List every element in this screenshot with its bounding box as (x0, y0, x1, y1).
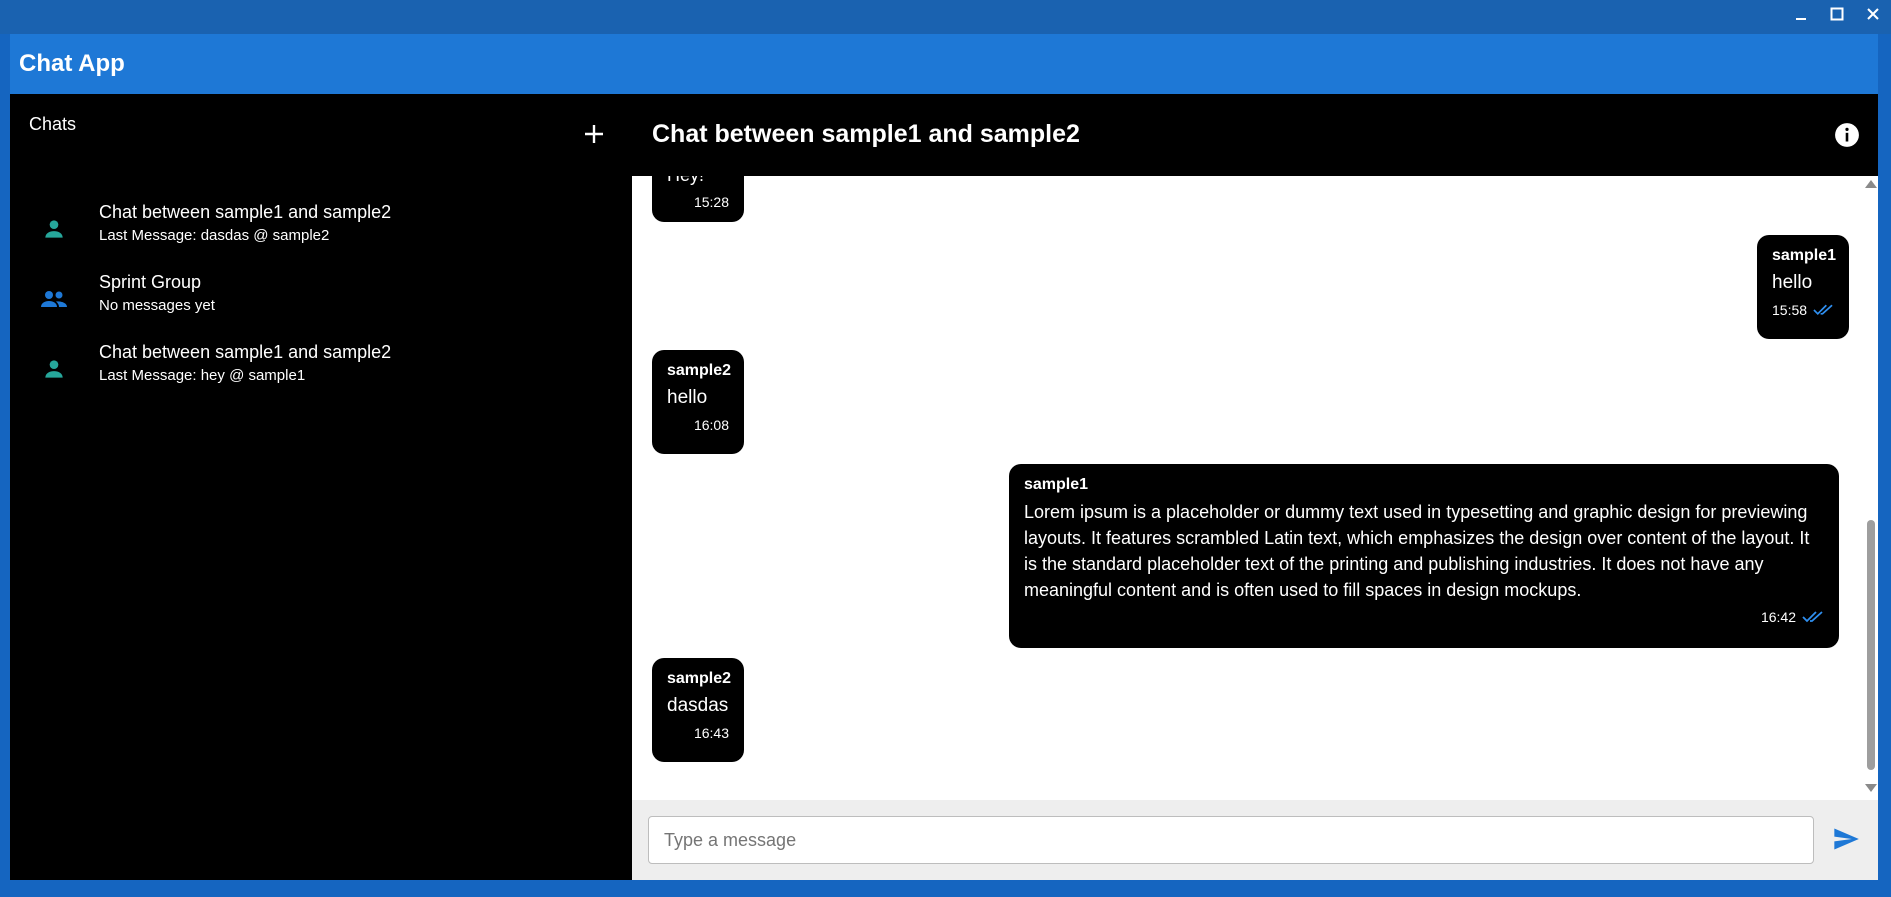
app-bar: Chat App (10, 34, 1878, 94)
close-window-button[interactable] (1855, 0, 1891, 28)
window-title-bar (0, 0, 1891, 34)
scroll-up-arrow[interactable] (1865, 180, 1877, 188)
close-icon (1867, 8, 1879, 20)
scroll-down-arrow[interactable] (1865, 784, 1877, 792)
info-icon (1835, 123, 1859, 147)
message-bubble: sample1 hello 15:58 (1757, 235, 1849, 339)
app-window: Chat App Chats Chat between sample1 and … (10, 34, 1878, 880)
message-time: 16:42 (1024, 609, 1824, 625)
chat-list-sidebar: Chats Chat between sample1 and sample2 L… (10, 94, 632, 880)
double-check-icon (1813, 304, 1833, 316)
message-input[interactable] (648, 816, 1814, 864)
chat-header: Chat between sample1 and sample2 (632, 94, 1878, 176)
message-time-label: 16:42 (1760, 609, 1796, 625)
window-controls (1783, 0, 1891, 30)
message-time: 16:08 (667, 417, 729, 433)
minimize-button[interactable] (1783, 0, 1819, 28)
message-time: 16:43 (667, 725, 729, 741)
app-title: Chat App (19, 50, 125, 77)
message-list[interactable]: Hey! 15:28 sample1 hello 15:58 sample2 h… (632, 176, 1878, 800)
chat-last-message: Last Message: hey @ sample1 (99, 367, 306, 384)
new-chat-button[interactable] (576, 116, 612, 152)
message-composer (632, 800, 1878, 880)
person-icon (39, 354, 69, 384)
chat-last-message: Last Message: dasdas @ sample2 (99, 227, 330, 244)
chat-name: Chat between sample1 and sample2 (99, 342, 392, 362)
message-text: Lorem ipsum is a placeholder or dummy te… (1024, 502, 1810, 600)
message-text: hello (667, 387, 708, 408)
message-time-label: 15:28 (693, 194, 729, 210)
message-text: Hey! (667, 176, 729, 188)
plus-icon (585, 125, 603, 143)
chat-last-message: No messages yet (99, 297, 215, 314)
minimize-icon (1796, 18, 1806, 20)
message-time: 15:28 (667, 194, 729, 210)
message-text: hello (1772, 272, 1813, 293)
chat-list-item[interactable]: Sprint Group No messages yet (10, 272, 632, 342)
sidebar-header: Chats (10, 94, 632, 164)
send-icon (1834, 828, 1859, 850)
chat-panel: Chat between sample1 and sample2 Hey! 15… (632, 94, 1878, 880)
message-time-label: 15:58 (1772, 302, 1808, 318)
message-sender: sample1 (1024, 476, 1089, 493)
message-bubble: Hey! 15:28 (652, 176, 744, 222)
chat-list-item[interactable]: Chat between sample1 and sample2 Last Me… (10, 202, 632, 272)
maximize-icon (1830, 7, 1844, 21)
chat-title: Chat between sample1 and sample2 (652, 120, 1080, 148)
message-time-label: 16:08 (693, 417, 729, 433)
group-icon (39, 284, 69, 314)
message-text: dasdas (667, 695, 729, 716)
sidebar-title: Chats (29, 114, 77, 134)
message-bubble: sample1 Lorem ipsum is a placeholder or … (1009, 464, 1839, 648)
scrollbar-thumb[interactable] (1867, 520, 1875, 770)
message-bubble: sample2 dasdas 16:43 (652, 658, 744, 762)
send-button[interactable] (1829, 822, 1863, 856)
message-bubble: sample2 hello 16:08 (652, 350, 744, 454)
message-sender: sample2 (667, 362, 732, 379)
chat-info-button[interactable] (1833, 121, 1861, 149)
chat-name: Sprint Group (99, 272, 202, 292)
message-sender: sample1 (1772, 247, 1837, 264)
message-time: 15:58 (1772, 302, 1834, 318)
message-time-label: 16:43 (693, 725, 729, 741)
chat-list-item[interactable]: Chat between sample1 and sample2 Last Me… (10, 342, 632, 412)
person-icon (39, 214, 69, 244)
maximize-button[interactable] (1819, 0, 1855, 28)
message-sender: sample2 (667, 670, 732, 687)
chat-name: Chat between sample1 and sample2 (99, 202, 392, 222)
double-check-icon (1802, 611, 1823, 623)
